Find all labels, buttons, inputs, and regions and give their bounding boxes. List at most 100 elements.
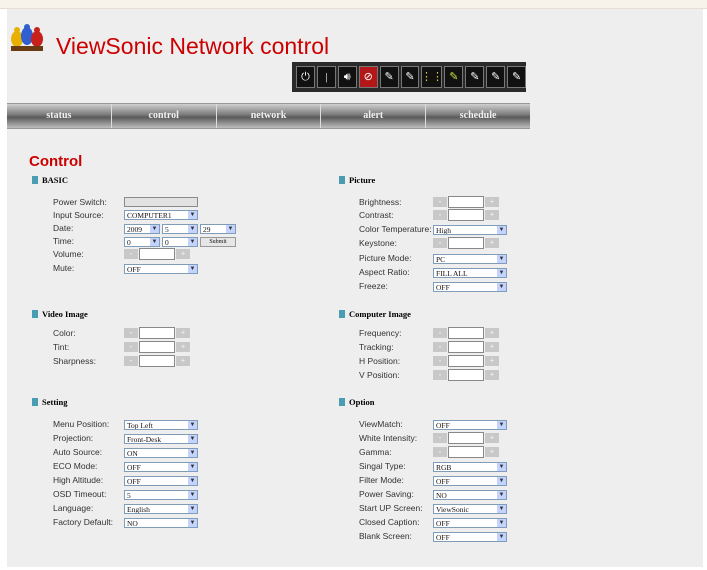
date-year-select[interactable]: 2009 ▼: [124, 224, 160, 234]
tint-value-field[interactable]: [139, 341, 175, 353]
chevron-down-icon: ▼: [497, 421, 506, 429]
chevron-down-icon: ▼: [497, 505, 506, 513]
tab-network[interactable]: network: [217, 104, 322, 128]
volume-decrease-button[interactable]: -: [124, 249, 138, 259]
frequency-decrease-button[interactable]: -: [433, 328, 447, 338]
color-temperature-select[interactable]: High ▼: [433, 225, 507, 235]
power-switch-field[interactable]: [124, 197, 198, 207]
color-decrease-button[interactable]: -: [124, 328, 138, 338]
contrast-increase-button[interactable]: +: [485, 210, 499, 220]
volume-stepper: - +: [124, 248, 190, 260]
color-label: Color:: [53, 328, 76, 338]
signal-type-select[interactable]: RGB ▼: [433, 462, 507, 472]
picture-mode-select[interactable]: PC ▼: [433, 254, 507, 264]
sharpness-increase-button[interactable]: +: [176, 356, 190, 366]
date-day-select[interactable]: 29 ▼: [200, 224, 236, 234]
auto-source-select[interactable]: ON ▼: [124, 448, 198, 458]
white-intensity-increase-button[interactable]: +: [485, 433, 499, 443]
time-submit-button[interactable]: Submit: [200, 237, 236, 247]
pen2-icon[interactable]: ✎: [486, 66, 506, 88]
contrast-label: Contrast:: [359, 210, 394, 220]
h-position-value-field[interactable]: [448, 355, 484, 367]
gamma-value-field[interactable]: [448, 446, 484, 458]
volume-increase-button[interactable]: +: [176, 249, 190, 259]
video-plug-icon[interactable]: ✎: [379, 66, 399, 88]
high-altitude-select[interactable]: OFF ▼: [124, 476, 198, 486]
tracking-value-field[interactable]: [448, 341, 484, 353]
sharpness-stepper: - +: [124, 355, 190, 367]
mute-select[interactable]: OFF ▼: [124, 264, 198, 274]
aspect-ratio-select[interactable]: FILL ALL ▼: [433, 268, 507, 278]
date-month-select[interactable]: 5 ▼: [162, 224, 198, 234]
svideo-icon[interactable]: ✎: [465, 66, 485, 88]
contrast-value-field[interactable]: [448, 209, 484, 221]
color-value-field[interactable]: [139, 327, 175, 339]
volume-value-field[interactable]: [139, 248, 175, 260]
osd-timeout-label: OSD Timeout:: [53, 489, 107, 499]
standby-icon[interactable]: |: [316, 66, 336, 88]
white-intensity-decrease-button[interactable]: -: [433, 433, 447, 443]
power-saving-select[interactable]: NO ▼: [433, 490, 507, 500]
volume-icon[interactable]: 🔊︎: [337, 66, 357, 88]
keystone-value-field[interactable]: [448, 237, 484, 249]
language-label: Language:: [53, 503, 94, 513]
pen-icon[interactable]: ✎: [444, 66, 464, 88]
freeze-select[interactable]: OFF ▼: [433, 282, 507, 292]
v-position-decrease-button[interactable]: -: [433, 370, 447, 380]
volume-label: Volume:: [53, 249, 84, 259]
brightness-decrease-button[interactable]: -: [433, 197, 447, 207]
chevron-down-icon: ▼: [497, 255, 506, 263]
time-hour-select[interactable]: 0 ▼: [124, 237, 160, 247]
mute-icon[interactable]: ⊘: [358, 66, 378, 88]
factory-default-select[interactable]: NO ▼: [124, 518, 198, 528]
h-position-increase-button[interactable]: +: [485, 356, 499, 366]
brightness-increase-button[interactable]: +: [485, 197, 499, 207]
tracking-decrease-button[interactable]: -: [433, 342, 447, 352]
tint-increase-button[interactable]: +: [176, 342, 190, 352]
brightness-value-field[interactable]: [448, 196, 484, 208]
v-position-value-field[interactable]: [448, 369, 484, 381]
language-select[interactable]: English ▼: [124, 504, 198, 514]
start-up-screen-label: Start UP Screen:: [359, 503, 423, 513]
viewmatch-select[interactable]: OFF ▼: [433, 420, 507, 430]
osd-timeout-select[interactable]: 5 ▼: [124, 490, 198, 500]
gamma-decrease-button[interactable]: -: [433, 447, 447, 457]
start-up-screen-select[interactable]: ViewSonic ▼: [433, 504, 507, 514]
tab-status[interactable]: status: [7, 104, 112, 128]
pen3-icon[interactable]: ✎: [507, 66, 527, 88]
frequency-value-field[interactable]: [448, 327, 484, 339]
time-minute-select[interactable]: 0 ▼: [162, 237, 198, 247]
high-altitude-label: High Altitude:: [53, 475, 104, 485]
keystone-decrease-button[interactable]: -: [433, 238, 447, 248]
rgb-icon[interactable]: ⋮⋮: [421, 66, 443, 88]
chevron-down-icon: ▼: [497, 477, 506, 485]
sharpness-decrease-button[interactable]: -: [124, 356, 138, 366]
input-source-select[interactable]: COMPUTER1 ▼: [124, 210, 198, 220]
filter-mode-select[interactable]: OFF ▼: [433, 476, 507, 486]
color-increase-button[interactable]: +: [176, 328, 190, 338]
contrast-decrease-button[interactable]: -: [433, 210, 447, 220]
power-icon[interactable]: ⏻: [296, 66, 315, 88]
tab-control[interactable]: control: [112, 104, 217, 128]
menu-position-select[interactable]: Top Left ▼: [124, 420, 198, 430]
v-position-increase-button[interactable]: +: [485, 370, 499, 380]
component-plug-icon[interactable]: ✎: [400, 66, 420, 88]
gamma-increase-button[interactable]: +: [485, 447, 499, 457]
sharpness-label: Sharpness:: [53, 356, 96, 366]
tab-schedule[interactable]: schedule: [426, 104, 530, 128]
sharpness-value-field[interactable]: [139, 355, 175, 367]
tab-alert[interactable]: alert: [321, 104, 427, 128]
projection-select[interactable]: Front-Desk ▼: [124, 434, 198, 444]
white-intensity-value-field[interactable]: [448, 432, 484, 444]
chevron-down-icon: ▼: [188, 265, 197, 273]
closed-caption-select[interactable]: OFF ▼: [433, 518, 507, 528]
eco-mode-select[interactable]: OFF ▼: [124, 462, 198, 472]
section-marker: [32, 310, 38, 318]
tint-decrease-button[interactable]: -: [124, 342, 138, 352]
h-position-decrease-button[interactable]: -: [433, 356, 447, 366]
section-marker: [32, 398, 38, 406]
blank-screen-select[interactable]: OFF ▼: [433, 532, 507, 542]
frequency-increase-button[interactable]: +: [485, 328, 499, 338]
tracking-increase-button[interactable]: +: [485, 342, 499, 352]
keystone-increase-button[interactable]: +: [485, 238, 499, 248]
